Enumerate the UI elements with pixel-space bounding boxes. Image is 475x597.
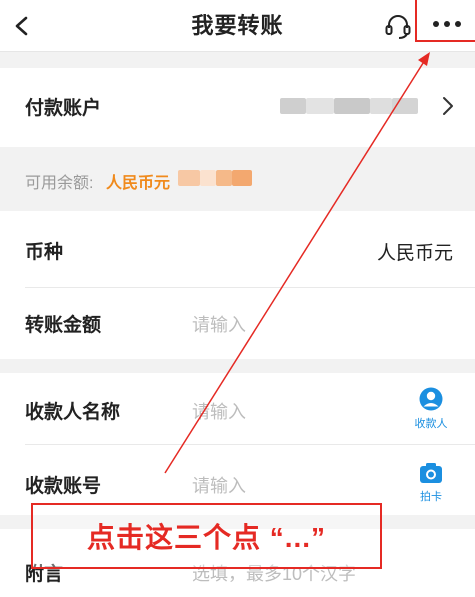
tutorial-callout-text: 点击这三个点 “...” (86, 522, 327, 553)
balance-currency: 人民币元 (106, 175, 171, 192)
payee-account-input[interactable]: 请输入 (192, 472, 246, 498)
scan-card-label: 拍卡 (420, 491, 442, 503)
payment-account-label: 付款账户 (25, 98, 102, 119)
select-payee-button[interactable]: 收款人 (407, 387, 455, 431)
customer-service-button[interactable] (381, 9, 415, 43)
top-bar: 我要转账 (0, 0, 475, 52)
payee-name-label: 收款人名称 (25, 402, 121, 423)
payment-account-row[interactable]: 付款账户 (0, 68, 475, 147)
scan-card-button[interactable]: 拍卡 (407, 462, 455, 504)
balance-label: 可用余额: (25, 175, 94, 192)
chevron-right-icon (443, 97, 453, 115)
currency-value: 人民币元 (376, 243, 453, 264)
contact-icon (419, 387, 443, 411)
headset-icon (385, 15, 411, 39)
amount-input[interactable]: 请输入 (192, 311, 246, 337)
available-balance: 可用余额: 人民币元 (0, 147, 475, 211)
more-button-highlight (415, 0, 475, 42)
divider (25, 444, 475, 445)
payee-name-input[interactable]: 请输入 (192, 398, 246, 424)
currency-amount-section: 币种 人民币元 转账金额 请输入 (0, 211, 475, 359)
currency-row[interactable]: 币种 人民币元 (0, 211, 475, 287)
tutorial-callout: 点击这三个点 “...” (31, 503, 382, 569)
payee-section: 收款人名称 请输入 收款人 收款账号 请输入 拍卡 (0, 373, 475, 515)
payee-account-label: 收款账号 (25, 476, 102, 497)
select-payee-label: 收款人 (414, 418, 448, 430)
amount-label: 转账金额 (25, 315, 102, 336)
divider (25, 287, 475, 288)
currency-label: 币种 (25, 242, 64, 263)
camera-icon (420, 463, 442, 483)
